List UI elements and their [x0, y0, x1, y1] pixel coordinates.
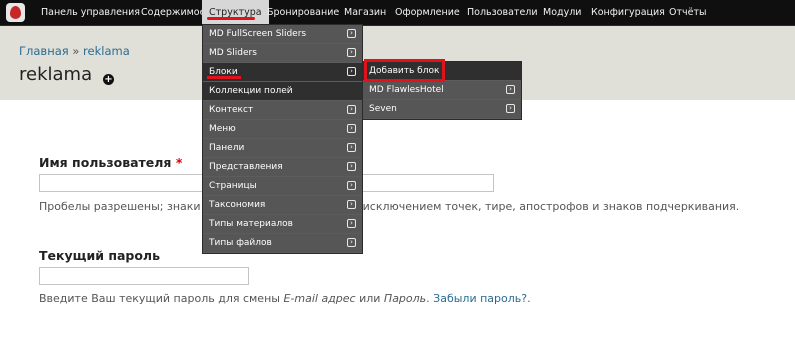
admin-toolbar: Панель управления Содержимое Структура Б… — [0, 0, 795, 26]
arrow-right-icon: › — [347, 143, 356, 152]
password-desc-prefix: Введите Ваш текущий пароль для смены — [39, 292, 284, 305]
menu-item-label: MD FlawlesHotel — [369, 85, 444, 95]
menu-item-label: Таксономия — [209, 200, 266, 210]
toolbar-item-structure[interactable]: Структура — [202, 0, 269, 25]
menu-item-label: Блоки — [209, 67, 238, 77]
toolbar-item-users[interactable]: Пользователи — [460, 0, 545, 25]
username-label-text: Имя пользователя — [39, 155, 172, 170]
toolbar-item-configuration[interactable]: Конфигурация — [584, 0, 672, 25]
arrow-right-icon: › — [347, 48, 356, 57]
menu-item-label: Типы файлов — [209, 238, 272, 248]
arrow-right-icon: › — [347, 181, 356, 190]
menu-item-md-sliders[interactable]: MD Sliders › — [203, 44, 362, 63]
structure-highlight-underline — [207, 17, 255, 20]
username-description: Пробелы разрешены; знаки пунктуации запр… — [39, 200, 740, 213]
menu-item-blocks[interactable]: Блоки › — [203, 63, 362, 82]
password-desc-end: . — [527, 292, 531, 305]
menu-item-md-flawleshotel[interactable]: MD FlawlesHotel › — [363, 81, 521, 100]
menu-item-label: Панели — [209, 143, 245, 153]
breadcrumb: Главная » reklama — [19, 44, 130, 58]
toolbar-item-booking[interactable]: Бронирование — [260, 0, 346, 25]
menu-item-field-collections[interactable]: Коллекции полей — [203, 82, 362, 101]
arrow-right-icon: › — [347, 124, 356, 133]
arrow-right-icon: › — [506, 85, 515, 94]
current-password-description: Введите Ваш текущий пароль для смены E-m… — [39, 292, 531, 305]
arrow-right-icon: › — [347, 29, 356, 38]
arrow-right-icon: › — [347, 67, 356, 76]
menu-item-content-types[interactable]: Типы материалов › — [203, 215, 362, 234]
menu-item-seven[interactable]: Seven › — [363, 100, 521, 119]
password-desc-password: Пароль — [383, 292, 427, 305]
password-desc-email: E-mail адрес — [283, 292, 356, 305]
plus-circle-icon[interactable]: + — [103, 74, 114, 85]
arrow-right-icon: › — [347, 238, 356, 247]
arrow-right-icon: › — [506, 104, 515, 113]
menu-item-panels[interactable]: Панели › — [203, 139, 362, 158]
menu-item-label: Коллекции полей — [209, 86, 293, 96]
blocks-submenu: Добавить блок MD FlawlesHotel › Seven › — [362, 61, 522, 120]
menu-item-label: Контекст — [209, 105, 254, 115]
page-title: reklama — [19, 64, 93, 85]
menu-item-views[interactable]: Представления › — [203, 158, 362, 177]
breadcrumb-current-link[interactable]: reklama — [83, 44, 130, 58]
current-password-field[interactable] — [39, 267, 249, 285]
password-desc-or: или — [355, 292, 384, 305]
arrow-right-icon: › — [347, 162, 356, 171]
menu-item-menu[interactable]: Меню › — [203, 120, 362, 139]
menu-item-label: Добавить блок — [369, 66, 440, 76]
current-password-label: Текущий пароль — [39, 248, 160, 263]
structure-dropdown-menu: MD FullScreen Sliders › MD Sliders › Блоки… — [202, 24, 363, 254]
toolbar-item-store[interactable]: Магазин — [337, 0, 393, 25]
toolbar-item-content[interactable]: Содержимое — [134, 0, 212, 25]
username-label: Имя пользователя * — [39, 155, 182, 170]
menu-item-context[interactable]: Контекст › — [203, 101, 362, 120]
menu-item-label: MD Sliders — [209, 48, 257, 58]
menu-item-label: Seven — [369, 104, 397, 114]
forgot-password-link[interactable]: Забыли пароль? — [433, 292, 527, 305]
menu-item-label: Представления — [209, 162, 283, 172]
menu-item-add-block[interactable]: Добавить блок — [363, 62, 521, 81]
required-mark: * — [175, 155, 183, 170]
menu-item-taxonomy[interactable]: Таксономия › — [203, 196, 362, 215]
toolbar-item-appearance[interactable]: Оформление — [388, 0, 467, 25]
menu-item-pages[interactable]: Страницы › — [203, 177, 362, 196]
toolbar-item-modules[interactable]: Модули — [536, 0, 588, 25]
menu-item-md-fullscreen-sliders[interactable]: MD FullScreen Sliders › — [203, 25, 362, 44]
menu-item-label: Меню — [209, 124, 236, 134]
menu-item-label: MD FullScreen Sliders — [209, 29, 307, 39]
arrow-right-icon: › — [347, 105, 356, 114]
toolbar-item-reports[interactable]: Отчёты — [662, 0, 714, 25]
breadcrumb-home-link[interactable]: Главная — [19, 44, 69, 58]
drupal-logo-icon[interactable] — [6, 3, 25, 22]
arrow-right-icon: › — [347, 219, 356, 228]
toolbar-item-dashboard[interactable]: Панель управления — [34, 0, 147, 25]
menu-item-label: Страницы — [209, 181, 257, 191]
menu-item-label: Типы материалов — [209, 219, 293, 229]
arrow-right-icon: › — [347, 200, 356, 209]
menu-item-file-types[interactable]: Типы файлов › — [203, 234, 362, 253]
breadcrumb-separator: » — [72, 44, 80, 58]
